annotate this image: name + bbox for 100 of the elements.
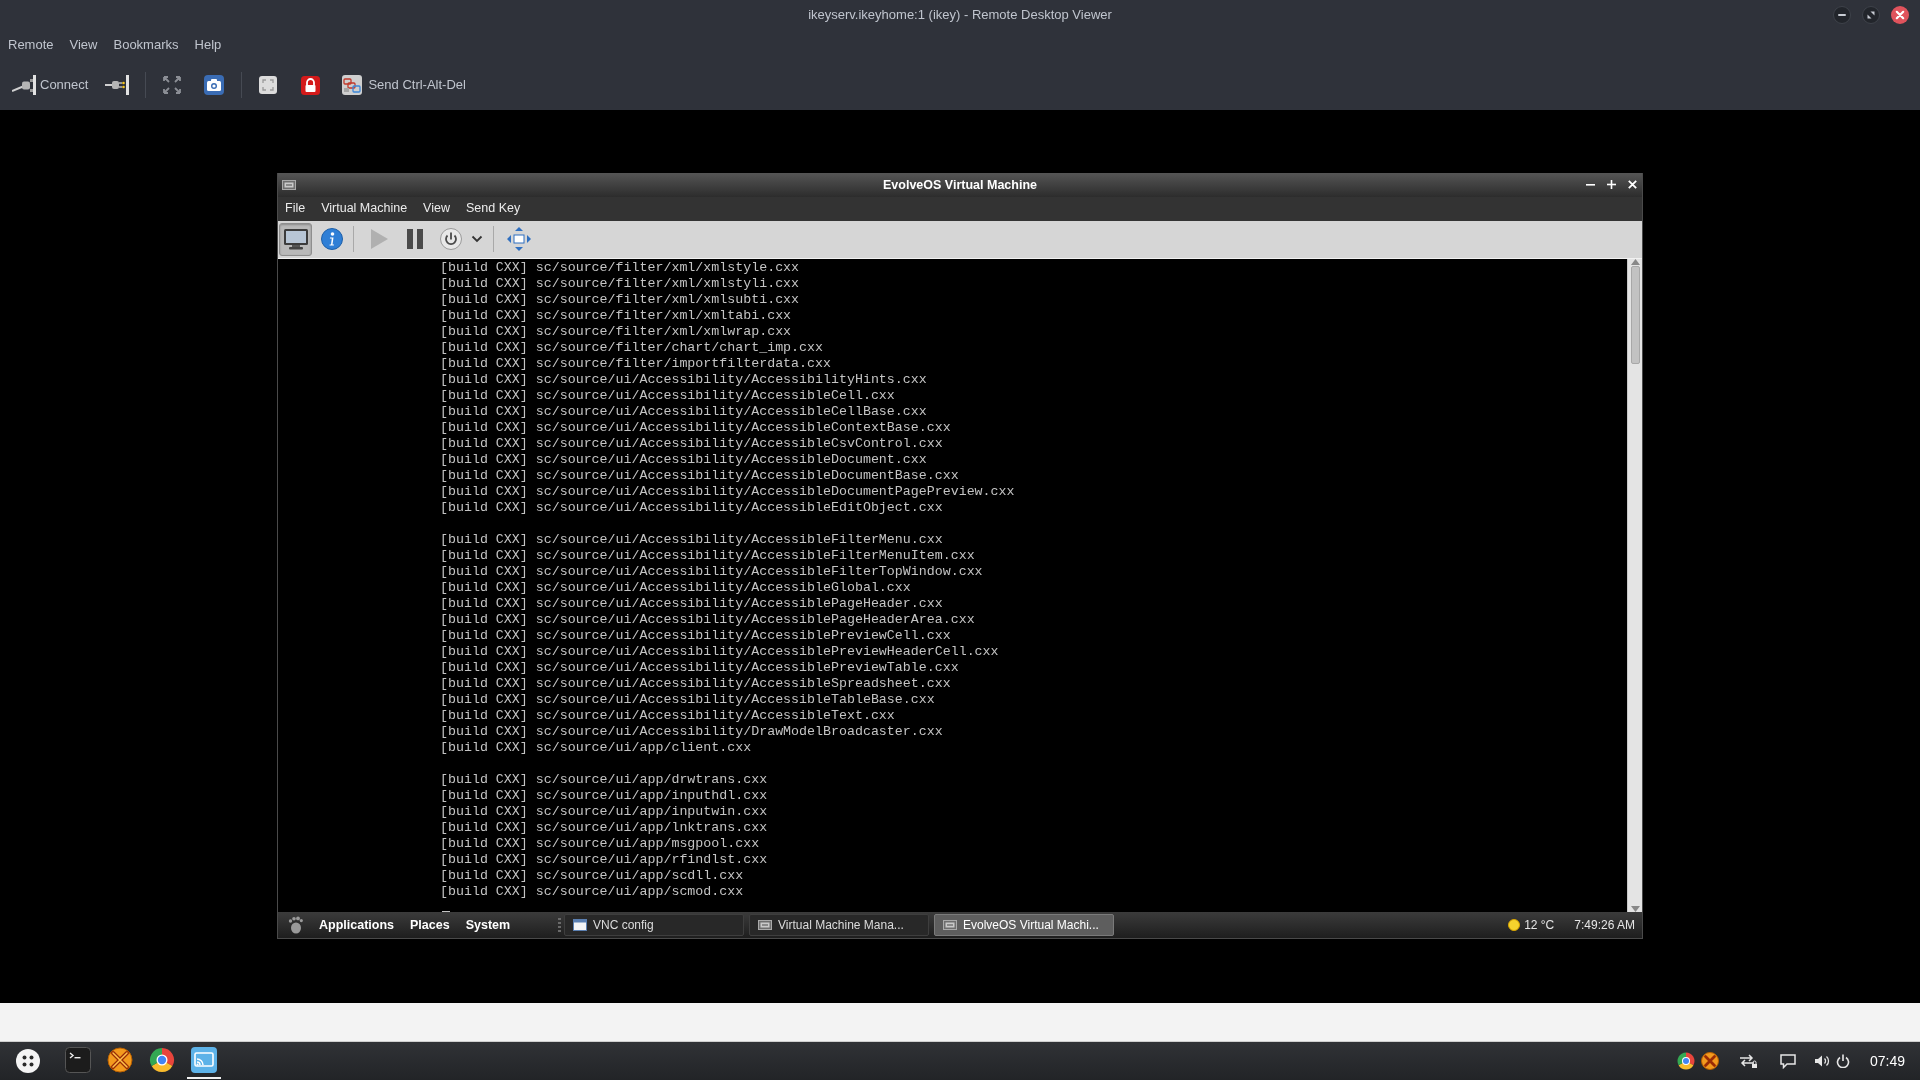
menu-item[interactable]: Virtual Machine [321,199,408,219]
camera-icon [204,75,225,95]
menu-item[interactable]: Send Key [465,199,521,219]
segmented-ring-icon[interactable] [1676,1052,1695,1070]
console-line: [build CXX] sc/source/ui/app/lnktrans.cxx [440,820,768,837]
chat-icon[interactable] [1779,1053,1796,1069]
connect-button[interactable]: Connect [12,75,89,95]
console-line: [build CXX] sc/source/filter/xml/xmlstyle.cxx [440,260,800,277]
x-cross-icon[interactable] [1700,1052,1719,1070]
info-icon [321,228,343,251]
console-line: [build CXX] sc/source/ui/Accessibility/AccessibleEditObject.cxx [440,500,943,517]
network-icon[interactable] [1737,1053,1758,1069]
menu-item[interactable]: Help [194,35,222,55]
taskbar-clock: 07:49 [1869,1051,1905,1071]
window-icon [282,179,296,190]
close-icon[interactable] [1891,6,1909,24]
console-line: [build CXX] sc/source/ui/Accessibility/AccessibleText.cxx [440,708,895,725]
plug-icon [12,75,37,95]
close-icon[interactable] [1628,180,1637,190]
console-line: [build CXX] sc/source/ui/Accessibility/AccessibilityHints.cxx [440,372,927,389]
console-line: [build CXX] sc/source/ui/Accessibility/AccessibleTableBase.cxx [440,692,935,709]
play-icon [369,228,389,251]
console-button[interactable] [279,222,312,256]
x-cross-icon [107,1047,133,1073]
window-icon [758,920,772,931]
screenshot-button[interactable] [204,75,225,95]
console-line: [build CXX] sc/source/ui/Accessibility/AccessibleCell.cxx [440,388,895,405]
fullscreen-button[interactable] [163,76,182,94]
window-icon [573,919,587,932]
console-line: [build CXX] sc/source/ui/Accessibility/AccessiblePageHeader.cxx [440,596,943,613]
fullscreen-icon [163,76,182,94]
terminal-icon [65,1047,91,1073]
scale-button[interactable] [259,76,278,94]
power-icon[interactable] [1835,1054,1850,1068]
padlock-icon [301,75,321,95]
lock-button[interactable] [301,75,321,95]
menu-item[interactable]: Remote [8,35,54,55]
console-line: [build CXX] sc/source/ui/app/msgpool.cxx [440,836,760,853]
console-line: [build CXX] sc/source/ui/app/drwtrans.cxx [440,772,768,789]
menu-item[interactable]: View [69,35,98,55]
monitor-icon [282,228,309,251]
console-line: [build CXX] sc/source/ui/Accessibility/AccessibleFilterMenuItem.cxx [440,548,975,565]
task-button[interactable]: VNC config [564,914,744,937]
window-title: EvolveOS Virtual Machine [883,176,1037,194]
panel-menu[interactable]: System [465,915,511,935]
foot-icon[interactable] [287,916,303,935]
console-line: [build CXX] sc/source/ui/Accessibility/AccessibleSpreadsheet.cxx [440,676,951,693]
sun-icon [1508,919,1521,932]
maximize-icon[interactable] [1607,180,1616,190]
console-line: [build CXX] sc/source/filter/chart/chart_imp.cxx [440,340,823,357]
console-line: [build CXX] sc/source/filter/importfilterdata.cxx [440,356,831,373]
grip-icon[interactable] [558,918,561,933]
console-line: [build CXX] sc/source/filter/xml/xmlwrap.cxx [440,324,792,341]
menu-item[interactable]: File [285,199,306,219]
menu-item[interactable]: Bookmarks [113,35,179,55]
console-line: [build CXX] sc/source/ui/Accessibility/AccessibleFilterTopWindow.cxx [440,564,983,581]
console-line: [build CXX] sc/source/ui/app/scdll.cxx [440,868,744,885]
app-grid-icon[interactable] [16,1049,40,1073]
console-line: [build CXX] sc/source/filter/xml/xmlstyli.cxx [440,276,800,293]
minimize-icon[interactable] [1833,6,1851,24]
window-title: ikeyserv.ikeyhome:1 (ikey) - Remote Desktop Viewer [808,6,1112,25]
console-line: [build CXX] sc/source/ui/Accessibility/AccessibleCellBase.cxx [440,404,927,421]
console-line: [build CXX] sc/source/ui/Accessibility/DrawModelBroadcaster.cxx [440,724,943,741]
panel-menu[interactable]: Applications [319,915,394,935]
console-line: [build CXX] sc/source/ui/app/inputwin.cxx [440,804,768,821]
console-line: [build CXX] sc/source/ui/app/rfindlst.cxx [440,852,768,869]
console-line: [build CXX] sc/source/filter/xml/xmlsubti.cxx [440,292,800,309]
console-line: [build CXX] sc/source/ui/Accessibility/AccessibleDocumentPagePreview.cxx [440,484,1015,501]
console-line: [build CXX] sc/source/ui/Accessibility/AccessibleContextBase.cxx [440,420,951,437]
volume-icon[interactable] [1813,1054,1830,1068]
console-line: [build CXX] sc/source/ui/app/inputhdl.cxx [440,788,768,805]
move-arrows-icon [507,227,531,252]
scrollbar-thumb[interactable] [1630,266,1640,365]
console-line: [build CXX] sc/source/ui/Accessibility/AccessiblePreviewCell.cxx [440,628,951,645]
plug-spark-icon [105,75,131,95]
restore-icon[interactable] [1862,6,1880,24]
console-line: [build CXX] sc/source/ui/Accessibility/AccessibleDocumentBase.cxx [440,468,959,485]
chevron-down-icon [471,235,483,244]
window-icon [943,920,957,931]
keys-icon [342,75,363,95]
task-button[interactable]: Virtual Machine Mana... [749,914,929,937]
console-line: [build CXX] sc/source/ui/app/scmod.cxx [440,884,744,901]
frame-corners-icon [259,76,278,94]
console-line: [build CXX] sc/source/ui/Accessibility/AccessibleDocument.cxx [440,452,927,469]
console-line: [build CXX] sc/source/ui/Accessibility/AccessiblePreviewHeaderCell.cxx [440,644,999,661]
power-icon [440,228,462,251]
console-line: [build CXX] sc/source/ui/Accessibility/AccessibleCsvControl.cxx [440,436,943,453]
console-line: [build CXX] sc/source/ui/Accessibility/AccessibleGlobal.cxx [440,580,911,597]
console-line: [build CXX] sc/source/ui/Accessibility/AccessibleFilterMenu.cxx [440,532,943,549]
task-button[interactable]: EvolveOS Virtual Machi... [934,914,1114,937]
console-line: [build CXX] sc/source/ui/app/client.cxx [440,740,752,757]
menu-item[interactable]: View [423,199,450,219]
panel-clock: 7:49:26 AM [1574,917,1635,935]
disconnect-button[interactable] [105,75,131,95]
console-line: [build CXX] sc/source/filter/xml/xmltabi.cxx [440,308,792,325]
panel-menu[interactable]: Places [410,915,450,935]
send-keys-button[interactable]: Send Ctrl-Alt-Del [342,75,466,95]
console-line: [build CXX] sc/source/ui/Accessibility/AccessiblePageHeaderArea.cxx [440,612,975,629]
scrollbar[interactable] [1627,259,1642,913]
weather-temperature: 12 °C [1524,917,1555,935]
